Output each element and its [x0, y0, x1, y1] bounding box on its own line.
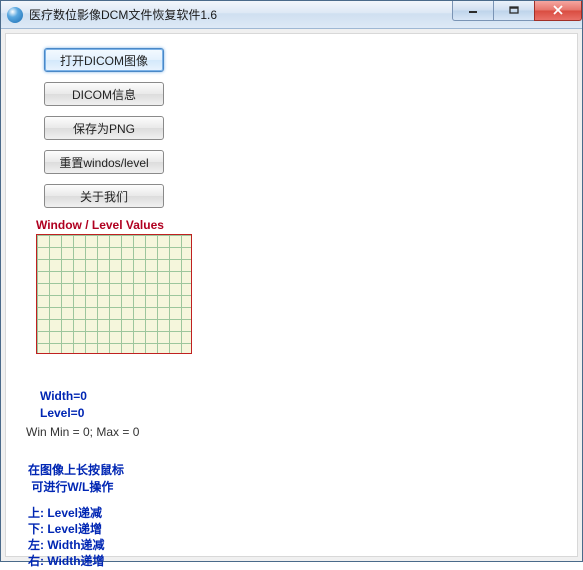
close-icon: [552, 5, 564, 15]
window-controls: [453, 1, 582, 21]
instructions-down: 下: Level递增: [28, 521, 559, 537]
instructions-title: 在图像上长按鼠标 可进行W/L操作: [28, 462, 559, 494]
about-button[interactable]: 关于我们: [44, 184, 164, 208]
instructions: 在图像上长按鼠标 可进行W/L操作 上: Level递减 下: Level递增 …: [28, 462, 559, 569]
app-icon: [7, 7, 23, 23]
minimize-button[interactable]: [452, 1, 494, 21]
wl-heading: Window / Level Values: [36, 218, 559, 232]
maximize-icon: [509, 6, 519, 14]
wl-width-row: Width=0: [40, 388, 559, 405]
instructions-left: 左: Width递减: [28, 537, 559, 553]
instructions-line1: 在图像上长按鼠标: [28, 462, 559, 478]
reset-wl-button[interactable]: 重置windos/level: [44, 150, 164, 174]
save-png-button[interactable]: 保存为PNG: [44, 116, 164, 140]
wl-level-label: Level=: [40, 406, 78, 420]
wl-values: Width=0 Level=0 Win Min = 0; Max = 0: [32, 388, 559, 440]
window-title: 医疗数位影像DCM文件恢复软件1.6: [29, 6, 453, 23]
wl-grid[interactable]: [36, 234, 192, 354]
wl-level-value: 0: [78, 406, 85, 420]
main-panel: 打开DICOM图像 DICOM信息 保存为PNG 重置windos/level …: [5, 33, 578, 557]
instructions-line2: 可进行W/L操作: [28, 479, 559, 495]
instructions-right: 右: Width递增: [28, 553, 559, 569]
open-dicom-button[interactable]: 打开DICOM图像: [44, 48, 164, 72]
wl-width-value: 0: [80, 389, 87, 403]
instructions-up: 上: Level递减: [28, 505, 559, 521]
title-bar: 医疗数位影像DCM文件恢复软件1.6: [1, 1, 582, 29]
dicom-info-button[interactable]: DICOM信息: [44, 82, 164, 106]
close-button[interactable]: [534, 1, 582, 21]
wl-width-label: Width=: [40, 389, 80, 403]
maximize-button[interactable]: [493, 1, 535, 21]
wl-minmax: Win Min = 0; Max = 0: [26, 424, 559, 441]
minimize-icon: [468, 6, 478, 14]
wl-level-row: Level=0: [40, 405, 559, 422]
